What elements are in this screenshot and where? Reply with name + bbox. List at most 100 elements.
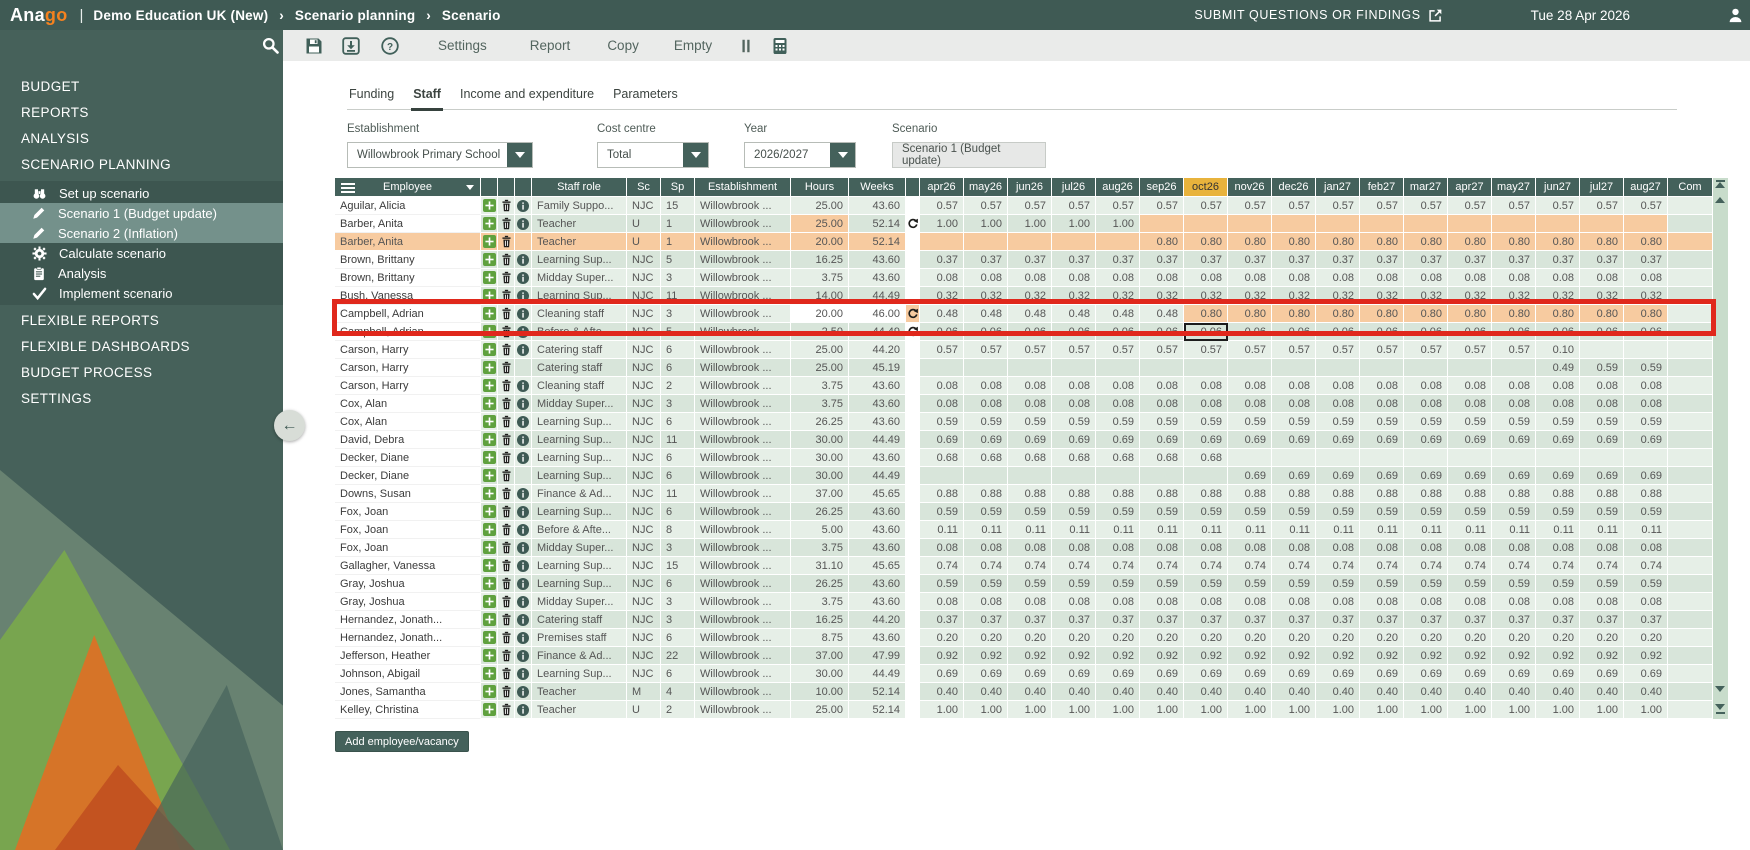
fte-cell-sep26[interactable] — [1140, 467, 1184, 485]
hours-cell[interactable]: 25.00 — [791, 197, 849, 215]
com-cell[interactable] — [1668, 287, 1713, 305]
fte-cell-jun27[interactable]: 0.08 — [1536, 377, 1580, 395]
fte-cell-feb27[interactable]: 0.37 — [1360, 611, 1404, 629]
delete-icon[interactable] — [500, 433, 513, 446]
fte-cell-apr26[interactable]: 0.74 — [920, 557, 964, 575]
add-line-icon[interactable] — [483, 541, 496, 554]
fte-cell-jan27[interactable]: 0.69 — [1316, 665, 1360, 683]
fte-cell-nov26[interactable]: 0.92 — [1228, 647, 1272, 665]
establishment-cell[interactable]: Willowbrook ... — [695, 521, 791, 539]
sp-cell[interactable]: 4 — [661, 683, 695, 701]
sp-cell[interactable]: 11 — [661, 287, 695, 305]
delete-icon[interactable] — [500, 595, 513, 608]
fte-cell-jun26[interactable]: 0.11 — [1008, 521, 1052, 539]
fte-cell-apr26[interactable]: 0.08 — [920, 539, 964, 557]
employee-name-cell[interactable]: Cox, Alan — [335, 413, 481, 431]
fte-cell-jun26[interactable]: 0.32 — [1008, 287, 1052, 305]
staff-role-cell[interactable]: Catering staff — [532, 359, 627, 377]
fte-cell-jun26[interactable]: 0.59 — [1008, 575, 1052, 593]
sc-cell[interactable]: NJC — [627, 665, 661, 683]
fte-cell-mar27[interactable]: 0.59 — [1404, 575, 1448, 593]
fte-cell-nov26[interactable]: 0.08 — [1228, 269, 1272, 287]
staff-role-cell[interactable]: Midday Super... — [532, 269, 627, 287]
com-cell[interactable] — [1668, 215, 1713, 233]
info-icon[interactable] — [517, 200, 529, 212]
fte-cell-feb27[interactable]: 0.59 — [1360, 503, 1404, 521]
delete-icon[interactable] — [500, 361, 513, 374]
sidebar-item-scenario-2[interactable]: Scenario 2 (Inflation) — [0, 223, 283, 243]
sc-cell[interactable]: NJC — [627, 467, 661, 485]
fte-cell-apr26[interactable]: 0.20 — [920, 629, 964, 647]
fte-cell-may26[interactable]: 0.20 — [964, 629, 1008, 647]
fte-cell-apr27[interactable]: 0.40 — [1448, 683, 1492, 701]
fte-cell-dec26[interactable]: 0.57 — [1272, 197, 1316, 215]
fte-cell-jun26[interactable]: 0.08 — [1008, 377, 1052, 395]
fte-cell-sep26[interactable]: 0.59 — [1140, 575, 1184, 593]
chevron-down-icon[interactable] — [507, 143, 532, 167]
sp-cell[interactable]: 3 — [661, 395, 695, 413]
fte-cell-may27[interactable]: 0.06 — [1492, 323, 1536, 341]
sc-cell[interactable]: NJC — [627, 485, 661, 503]
fte-cell-jul26[interactable]: 0.37 — [1052, 251, 1096, 269]
fte-cell-jun27[interactable]: 0.08 — [1536, 539, 1580, 557]
add-line-icon[interactable] — [483, 577, 496, 590]
fte-cell-oct26[interactable]: 0.69 — [1184, 431, 1228, 449]
fte-cell-feb27[interactable]: 0.57 — [1360, 341, 1404, 359]
fte-cell-may26[interactable]: 0.08 — [964, 395, 1008, 413]
establishment-cell[interactable]: Willowbrook ... — [695, 449, 791, 467]
fte-cell-jan27[interactable]: 0.08 — [1316, 395, 1360, 413]
sp-cell[interactable]: 6 — [661, 575, 695, 593]
sc-cell[interactable]: NJC — [627, 341, 661, 359]
fte-cell-dec26[interactable] — [1272, 215, 1316, 233]
delete-icon[interactable] — [500, 325, 513, 338]
staff-role-cell[interactable]: Premises staff — [532, 629, 627, 647]
info-icon[interactable] — [517, 542, 529, 554]
fte-cell-may27[interactable]: 0.69 — [1492, 431, 1536, 449]
fte-cell-oct26[interactable]: 0.32 — [1184, 287, 1228, 305]
delete-icon[interactable] — [500, 541, 513, 554]
fte-cell-aug26[interactable]: 0.32 — [1096, 287, 1140, 305]
fte-cell-jan27[interactable]: 0.08 — [1316, 377, 1360, 395]
info-icon[interactable] — [517, 434, 529, 446]
weeks-cell[interactable]: 52.14 — [849, 701, 906, 719]
save-icon[interactable] — [305, 37, 323, 55]
add-line-icon[interactable] — [483, 289, 496, 302]
fte-cell-mar27[interactable]: 0.08 — [1404, 539, 1448, 557]
fte-cell-apr26[interactable]: 0.08 — [920, 377, 964, 395]
fte-cell-jul26[interactable]: 0.68 — [1052, 449, 1096, 467]
hours-cell[interactable]: 30.00 — [791, 467, 849, 485]
toolbar-copy[interactable]: Copy — [607, 38, 639, 53]
fte-cell-jul26[interactable]: 0.88 — [1052, 485, 1096, 503]
fte-cell-may26[interactable]: 0.06 — [964, 323, 1008, 341]
fte-cell-feb27[interactable]: 0.08 — [1360, 395, 1404, 413]
fte-cell-jun26[interactable]: 0.20 — [1008, 629, 1052, 647]
fte-cell-apr26[interactable] — [920, 233, 964, 251]
weeks-cell[interactable]: 43.60 — [849, 539, 906, 557]
fte-cell-aug27[interactable]: 0.80 — [1624, 305, 1668, 323]
fte-cell-mar27[interactable]: 0.37 — [1404, 251, 1448, 269]
info-icon[interactable] — [517, 290, 529, 302]
fte-cell-jun26[interactable]: 0.48 — [1008, 305, 1052, 323]
fte-cell-feb27[interactable]: 0.92 — [1360, 647, 1404, 665]
staff-role-cell[interactable]: Teacher — [532, 233, 627, 251]
sc-cell[interactable]: NJC — [627, 629, 661, 647]
fte-cell-aug26[interactable]: 0.40 — [1096, 683, 1140, 701]
com-cell[interactable] — [1668, 701, 1713, 719]
fte-cell-aug27[interactable]: 0.08 — [1624, 593, 1668, 611]
establishment-cell[interactable]: Willowbrook ... — [695, 197, 791, 215]
fte-cell-jun26[interactable]: 0.88 — [1008, 485, 1052, 503]
sc-cell[interactable]: NJC — [627, 647, 661, 665]
fte-cell-jul27[interactable]: 0.59 — [1580, 503, 1624, 521]
sc-cell[interactable]: NJC — [627, 503, 661, 521]
fte-cell-may26[interactable]: 0.88 — [964, 485, 1008, 503]
fte-cell-oct26[interactable]: 0.68 — [1184, 449, 1228, 467]
sidebar-item-analysis-sub[interactable]: Analysis — [0, 263, 283, 283]
staff-role-cell[interactable]: Cleaning staff — [532, 305, 627, 323]
fte-cell-apr26[interactable]: 0.11 — [920, 521, 964, 539]
fte-cell-nov26[interactable]: 0.11 — [1228, 521, 1272, 539]
fte-cell-may27[interactable]: 0.20 — [1492, 629, 1536, 647]
fte-cell-aug26[interactable]: 0.57 — [1096, 197, 1140, 215]
fte-cell-jun27[interactable]: 0.08 — [1536, 593, 1580, 611]
com-cell[interactable] — [1668, 197, 1713, 215]
fte-cell-oct26[interactable]: 0.57 — [1184, 197, 1228, 215]
